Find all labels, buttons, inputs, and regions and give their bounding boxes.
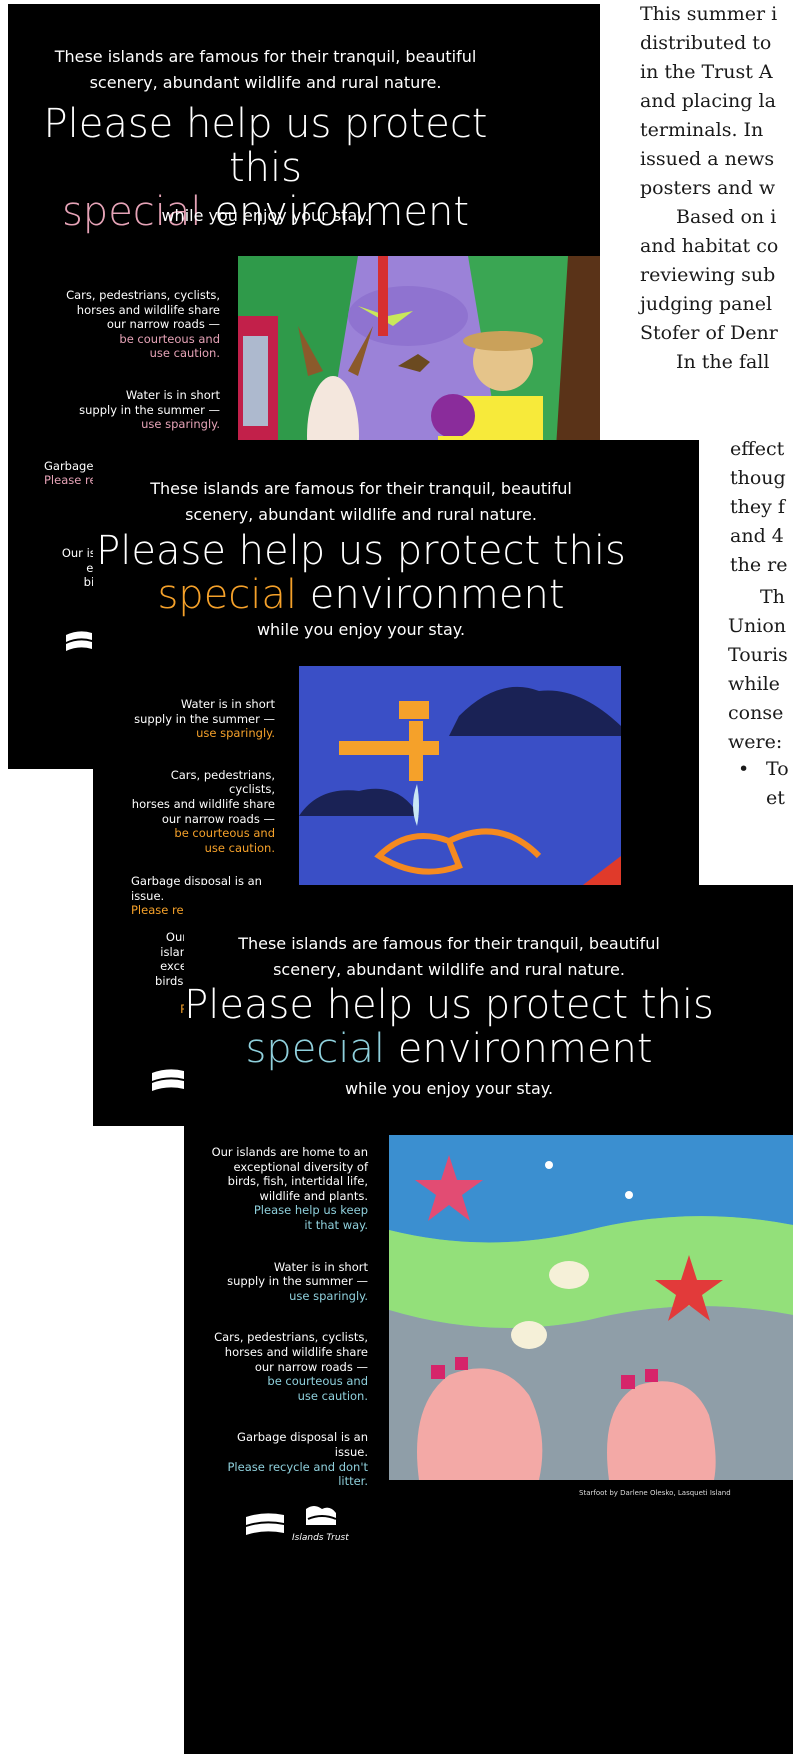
anniversary-badge-icon [244,1509,286,1537]
message-roads: Cars, pedestrians, cyclists, horses and w… [214,1330,368,1403]
article-line: conse [728,702,784,724]
poster-intro: These islands are famous for their tranq… [184,931,714,983]
intro-line: These islands are famous for their tranq… [238,934,660,953]
article-bullet: • To et [738,755,789,813]
islands-trust-logo-text: Islands Trust [292,1533,349,1543]
article-text-column-lower: Th Union Touris while conse were: [728,583,788,757]
intro-line: scenery, abundant wildlife and rural nat… [273,960,625,979]
bullet-text: To [766,758,789,780]
intro-line: scenery, abundant wildlife and rural nat… [89,73,442,92]
article-line: in the Trust A [640,61,773,83]
article-line: reviewing sub [640,264,776,286]
article-text-column-indented: effect thoug they f and 4 the re [730,435,787,580]
message-garbage: Garbage disposal is an issue. Please rec… [227,1430,369,1489]
article-line: and 4 [730,525,784,547]
headline-special-word: special [157,572,298,618]
poster-intro: These islands are famous for their tranq… [8,44,523,96]
poster-headline: Please help us protect this special envi… [184,983,714,1071]
article-line: and habitat co [640,235,779,257]
headline-line: Please help us protect this [43,101,488,191]
article-line: This summer i [640,3,778,25]
poster-messages: Our islands are home to an exceptional di… [204,1145,368,1516]
anniversary-badge-icon [150,1065,186,1093]
message-water: Water is in short supply in the summer — … [79,387,220,432]
artwork-starfoot [389,1135,793,1480]
headline-line: special environment [184,1027,714,1071]
article-text-column: This summer i distributed to in the Trus… [640,0,778,377]
poster-intro: These islands are famous for their tranq… [93,476,629,528]
headline-line: Please help us protect this [184,982,714,1028]
article-line: terminals. In [640,119,764,141]
message-islands: Our islands are home to an exceptional di… [211,1145,368,1232]
intro-line: These islands are famous for their tranq… [54,47,477,66]
article-line: Th [760,586,785,608]
islands-trust-logo: Islands Trust [292,1503,352,1543]
bullet-dot: • [738,758,750,780]
message-water: Water is in short supply in the summer — … [227,1259,368,1303]
article-line: Union [728,615,787,637]
article-line: the re [730,554,788,576]
headline-line: Please help us protect this [96,528,626,574]
poster-enjoy-text: while you enjoy your stay. [161,206,370,225]
article-line: In the fall [676,351,770,373]
article-line: they f [730,496,785,518]
article-line: while [728,673,780,695]
article-line: were: [728,731,783,753]
artwork-water-tap [299,666,621,888]
intro-line: These islands are famous for their tranq… [150,479,572,498]
headline-special-word: special [245,1026,386,1072]
headline-rest: environment [297,572,565,618]
article-line: Stofer of Denr [640,322,778,344]
message-water: Water is in short supply in the summer — … [134,697,275,741]
headline-line: special environment [93,573,629,617]
article-line: judging panel [640,293,773,315]
intro-line: scenery, abundant wildlife and rural nat… [185,505,537,524]
bullet-text: et [766,787,785,809]
article-line: posters and w [640,177,776,199]
article-line: thoug [730,467,786,489]
article-line: and placing la [640,90,776,112]
message-roads: Cars, pedestrians, cyclists, horses and w… [66,288,220,361]
anniversary-badge-icon [64,627,94,653]
article-line: issued a news [640,148,775,170]
article-line: Touris [728,644,788,666]
message-roads: Cars, pedestrians, cyclists, horses and w… [131,767,275,855]
poster-enjoy-text: while you enjoy your stay. [344,1079,554,1098]
article-line: effect [730,438,785,460]
poster-headline: Please help us protect this special envi… [93,529,629,617]
poster-teal: These islands are famous for their tranq… [184,885,793,1754]
artwork-caption: Starfoot by Darlene Olesko, Lasqueti Isl… [579,1489,731,1497]
poster-enjoy-text: while you enjoy your stay. [256,620,466,639]
article-line: Based on i [676,206,777,228]
headline-rest: environment [385,1026,653,1072]
message-islands-partial: Our islanexcebirds, P [155,930,187,1016]
article-line: distributed to [640,32,772,54]
poster-messages: Water is in short supply in the summer — … [123,697,275,882]
